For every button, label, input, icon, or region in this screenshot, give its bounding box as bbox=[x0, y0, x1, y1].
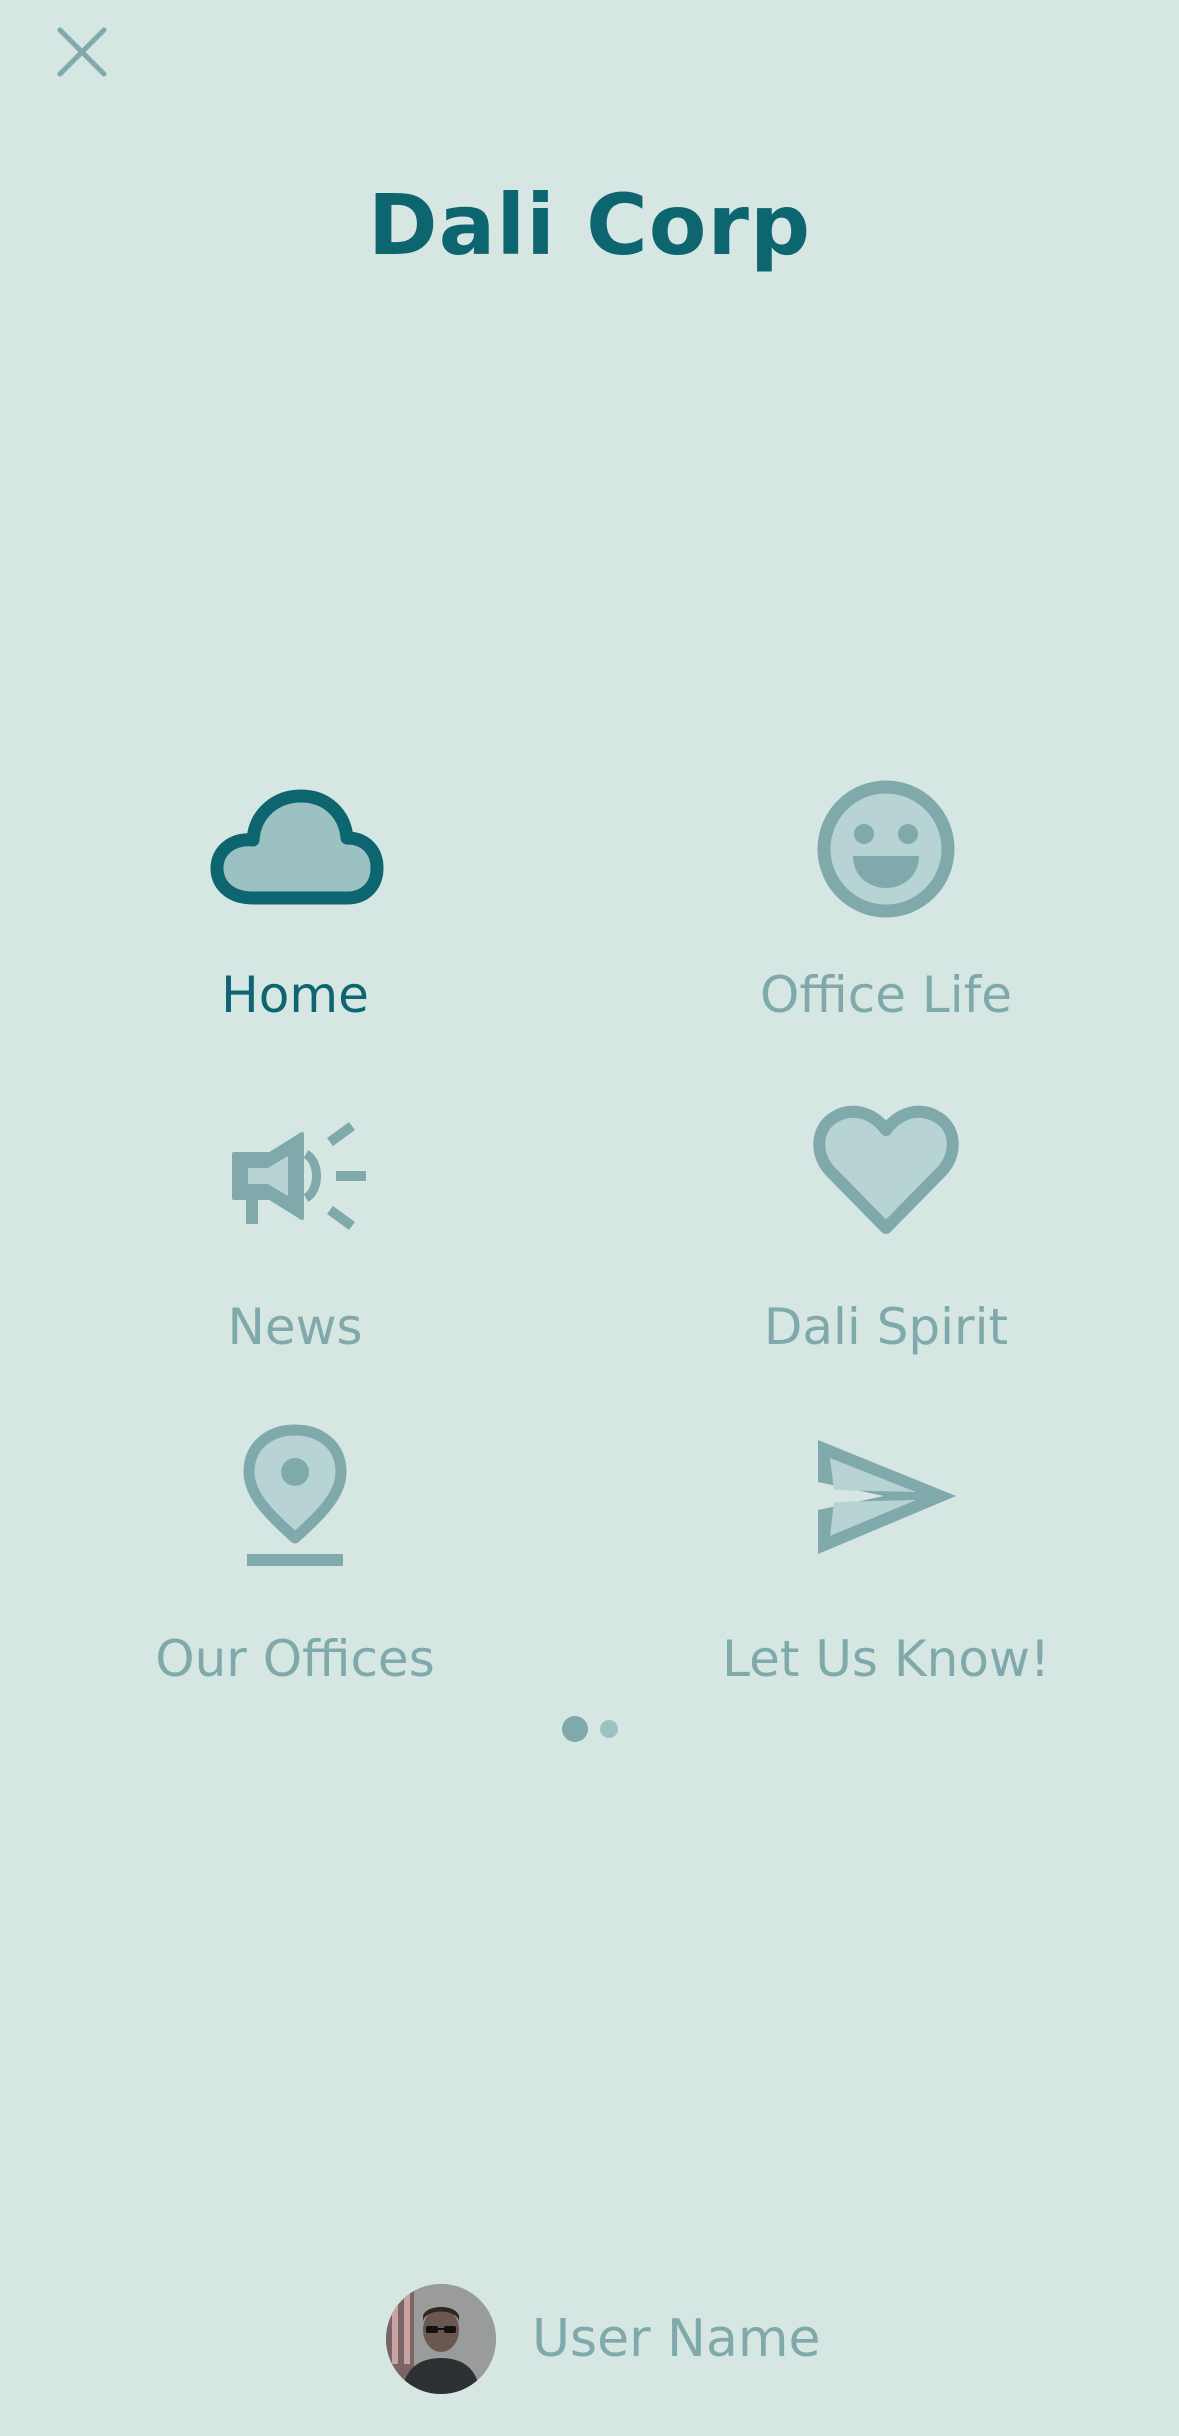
menu-item-news[interactable]: News bbox=[45, 1112, 545, 1372]
menu-item-home[interactable]: Home bbox=[45, 780, 545, 1040]
heart-icon bbox=[813, 1105, 959, 1234]
cloud-icon bbox=[210, 789, 384, 905]
send-icon bbox=[818, 1440, 956, 1554]
menu-item-label: Dali Spirit bbox=[763, 1298, 1009, 1356]
user-profile[interactable]: User Name bbox=[386, 2284, 820, 2394]
location-pin-icon bbox=[243, 1424, 347, 1566]
user-name: User Name bbox=[532, 2309, 821, 2369]
menu-item-label: Our Offices bbox=[155, 1630, 435, 1688]
close-icon bbox=[57, 27, 107, 77]
megaphone-icon bbox=[232, 1121, 366, 1231]
app-title: Dali Corp bbox=[367, 176, 812, 274]
menu-item-label: Home bbox=[221, 966, 369, 1024]
close-button[interactable] bbox=[52, 22, 112, 82]
menu-item-office-life[interactable]: Office Life bbox=[636, 780, 1136, 1040]
page-indicator bbox=[0, 1716, 1179, 1742]
menu-item-let-us-know[interactable]: Let Us Know! bbox=[636, 1440, 1136, 1704]
page-dot[interactable] bbox=[599, 1720, 618, 1738]
menu-item-label: Office Life bbox=[760, 966, 1012, 1024]
menu-item-our-offices[interactable]: Our Offices bbox=[45, 1424, 545, 1704]
menu-item-label: Let Us Know! bbox=[722, 1630, 1050, 1688]
menu-item-label: News bbox=[227, 1298, 363, 1356]
smiley-icon bbox=[817, 780, 955, 918]
page-dot-active[interactable] bbox=[561, 1716, 588, 1742]
avatar bbox=[386, 2284, 496, 2394]
menu-item-dali-spirit[interactable]: Dali Spirit bbox=[636, 1105, 1136, 1372]
